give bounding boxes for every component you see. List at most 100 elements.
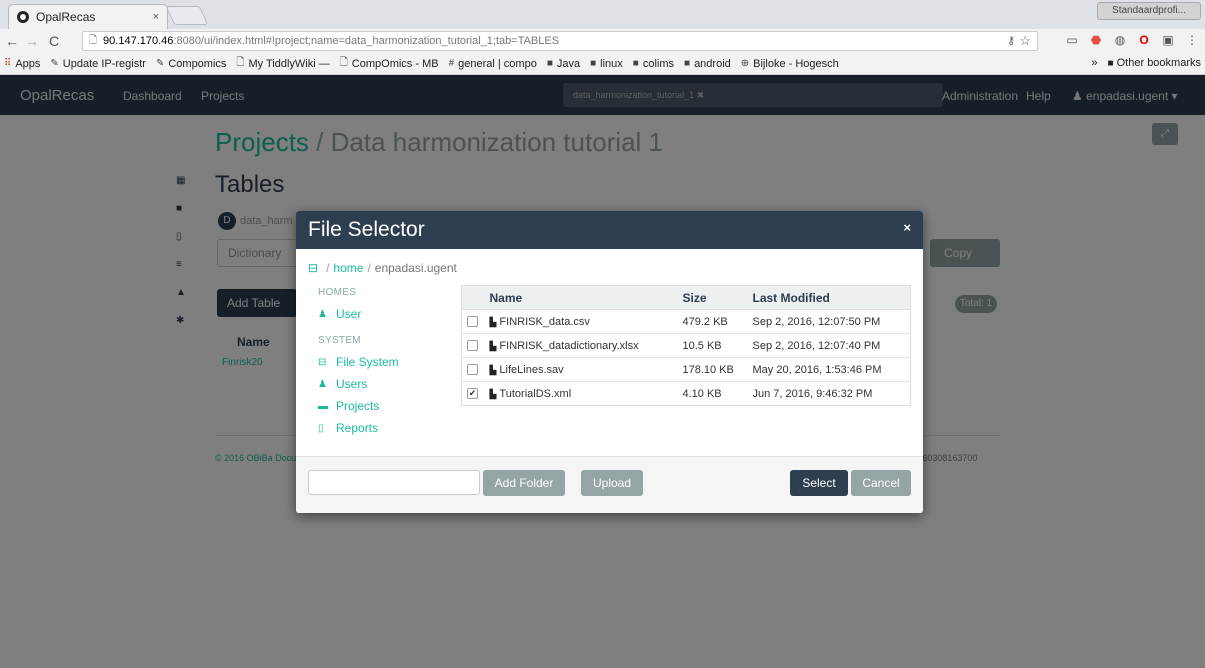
bookmark-label: Apps bbox=[15, 57, 41, 70]
sidebar-item-file-system[interactable]: ⊟ File System bbox=[318, 355, 458, 369]
select-column-header bbox=[461, 285, 484, 310]
folder-icon: ■ bbox=[590, 58, 597, 69]
users-icon: ♟ bbox=[318, 378, 327, 390]
url-host: 90.147.170.46 bbox=[103, 35, 174, 47]
tab-close-icon[interactable]: × bbox=[153, 11, 159, 23]
folder-icon: ■ bbox=[546, 58, 553, 69]
modal-close-icon[interactable]: × bbox=[903, 220, 911, 235]
bookmark-item[interactable]: ■ android bbox=[684, 58, 731, 70]
bookmark-item[interactable]: ■ colims bbox=[633, 58, 674, 70]
bookmarks-overflow-icon[interactable]: » bbox=[1091, 57, 1097, 69]
system-header: SYSTEM bbox=[318, 335, 361, 346]
file-modified: May 20, 2016, 1:53:46 PM bbox=[746, 357, 911, 382]
new-folder-input[interactable] bbox=[308, 470, 480, 495]
modal-footer: Add Folder Upload Select Cancel bbox=[296, 456, 923, 513]
file-name: LifeLines.sav bbox=[499, 363, 564, 376]
add-folder-button[interactable]: Add Folder bbox=[483, 470, 565, 496]
bookmark-item[interactable]: ■ linux bbox=[590, 58, 623, 70]
file-size: 178.10 KB bbox=[676, 357, 747, 382]
drive-icon: ⊟ bbox=[318, 356, 327, 368]
file-size: 10.5 KB bbox=[676, 333, 747, 358]
file-checkbox[interactable] bbox=[467, 316, 478, 328]
extension-icon[interactable]: ◍ bbox=[1113, 33, 1127, 47]
back-arrow-icon[interactable]: ← bbox=[4, 32, 20, 50]
briefcase-icon: ▬ bbox=[318, 400, 328, 412]
bookmark-label: android bbox=[694, 57, 731, 70]
bookmark-label: Update IP-registr bbox=[62, 57, 146, 70]
bookmark-label: Bijloke - Hogesch bbox=[753, 57, 839, 70]
cancel-button[interactable]: Cancel bbox=[851, 470, 911, 496]
new-tab-button[interactable] bbox=[165, 6, 209, 25]
select-button[interactable]: Select bbox=[790, 470, 848, 496]
menu-dots-icon[interactable]: ⋮ bbox=[1185, 33, 1199, 47]
column-header-last-modified[interactable]: Last Modified bbox=[746, 285, 911, 310]
opera-icon[interactable]: O bbox=[1137, 33, 1151, 47]
folder-icon: ■ bbox=[632, 58, 639, 69]
forward-arrow-icon[interactable]: → bbox=[24, 32, 40, 50]
sidebar-item-projects[interactable]: ▬ Projects bbox=[318, 399, 458, 413]
bookmarks-bar: ⠿ Apps ✎ Update IP-registr ✎ Compomics 🗋 My Tid… bbox=[0, 53, 1205, 75]
bookmark-label: Java bbox=[556, 57, 581, 70]
file-row[interactable]: ▙ LifeLines.sav 178.10 KB May 20, 2016, 1:5… bbox=[461, 357, 911, 382]
file-checkbox[interactable] bbox=[467, 364, 478, 376]
file-name-cell[interactable]: ▙ FINRISK_data.csv bbox=[483, 309, 677, 334]
bookmark-item[interactable]: 🗋 My TiddlyWiki — bbox=[236, 55, 329, 72]
page-info-icon[interactable]: 🗋 bbox=[89, 33, 97, 50]
file-name-cell[interactable]: ▙ FINRISK_datadictionary.xlsx bbox=[483, 333, 677, 358]
file-row[interactable]: ✔ ▙ TutorialDS.xml 4.10 KB Jun 7, 2016, 9:46… bbox=[461, 381, 911, 406]
file-size: 479.2 KB bbox=[676, 309, 747, 334]
file-modified: Jun 7, 2016, 9:46:32 PM bbox=[746, 381, 911, 406]
profile-button[interactable]: Standaardprofi... bbox=[1097, 2, 1201, 20]
address-bar[interactable]: 🗋 90.147.170.46:8080/ui/index.html#!proj… bbox=[82, 31, 1038, 51]
other-bookmarks[interactable]: ■ Other bookmarks bbox=[1108, 57, 1201, 69]
breadcrumb-home[interactable]: home bbox=[333, 261, 363, 275]
bookmark-item[interactable]: ⊕ Bijloke - Hogesch bbox=[741, 58, 839, 70]
file-checkbox[interactable] bbox=[467, 340, 478, 352]
drive-icon[interactable]: ⊟ bbox=[308, 261, 318, 275]
file-name-cell[interactable]: ▙ TutorialDS.xml bbox=[483, 381, 677, 406]
reload-icon[interactable]: C bbox=[46, 32, 62, 50]
bookmarks-right: » ■ Other bookmarks bbox=[1091, 57, 1201, 69]
sidebar-item-users[interactable]: ♟ Users bbox=[318, 377, 458, 391]
sidebar-item-user[interactable]: ♟ User bbox=[318, 307, 458, 321]
extension-icon[interactable]: ▣ bbox=[1161, 33, 1175, 47]
file-sidebar: HOMES ♟ User SYSTEM ⊟ File System ♟ Users ▬… bbox=[318, 287, 458, 443]
sidebar-item-reports[interactable]: ▯ Reports bbox=[318, 421, 458, 435]
file-icon: ▙ bbox=[489, 340, 497, 351]
extension-icon[interactable]: ⬣ bbox=[1089, 33, 1103, 47]
modal-title: File Selector bbox=[308, 218, 425, 241]
file-table: Name Size Last Modified ▙ FINRISK_data.cs… bbox=[461, 285, 911, 406]
file-modified: Sep 2, 2016, 12:07:40 PM bbox=[746, 333, 911, 358]
upload-button[interactable]: Upload bbox=[581, 470, 643, 496]
file-icon: ▙ bbox=[489, 316, 497, 327]
bookmark-icon: ✎ bbox=[50, 58, 59, 69]
file-size: 4.10 KB bbox=[676, 381, 747, 406]
bookmark-item[interactable]: # general | compo bbox=[449, 58, 537, 70]
folder-icon: ■ bbox=[1107, 58, 1114, 69]
bookmark-label: colims bbox=[642, 57, 675, 70]
file-row[interactable]: ▙ FINRISK_datadictionary.xlsx 10.5 KB Sep 2… bbox=[461, 333, 911, 358]
bookmark-item[interactable]: ✎ Compomics bbox=[156, 58, 226, 70]
bookmark-item[interactable]: ✎ Update IP-registr bbox=[50, 58, 146, 70]
column-header-name[interactable]: Name bbox=[483, 285, 677, 310]
file-name-cell[interactable]: ▙ LifeLines.sav bbox=[483, 357, 677, 382]
file-row[interactable]: ▙ FINRISK_data.csv 479.2 KB Sep 2, 2016, 12… bbox=[461, 309, 911, 334]
key-icon[interactable]: ⚷ bbox=[1007, 34, 1015, 47]
file-icon: ▙ bbox=[489, 388, 497, 399]
file-table-header: Name Size Last Modified bbox=[461, 285, 911, 310]
sidebar-item-label: Projects bbox=[336, 399, 380, 413]
bookmark-item[interactable]: ⠿ Apps bbox=[4, 58, 40, 70]
extension-icons: ▭ ⬣ ◍ O ▣ ⋮ bbox=[1065, 33, 1199, 47]
bookmark-item[interactable]: ■ Java bbox=[547, 58, 580, 70]
browser-tab[interactable]: OpalRecas × bbox=[8, 4, 168, 29]
file-checkbox[interactable]: ✔ bbox=[467, 388, 478, 400]
browser-toolbar: ← → C 🗋 90.147.170.46:8080/ui/index.html… bbox=[0, 29, 1205, 53]
modal-header: File Selector × bbox=[296, 211, 923, 249]
column-header-size[interactable]: Size bbox=[676, 285, 747, 310]
opal-favicon-icon bbox=[17, 11, 29, 23]
bookmark-star-icon[interactable]: ☆ bbox=[1019, 33, 1031, 49]
bookmark-label: Compomics bbox=[168, 57, 227, 70]
bookmark-label: My TiddlyWiki — bbox=[248, 57, 330, 70]
bookmark-item[interactable]: 🗋 CompOmics - MB bbox=[340, 55, 439, 72]
cast-icon[interactable]: ▭ bbox=[1065, 33, 1079, 47]
